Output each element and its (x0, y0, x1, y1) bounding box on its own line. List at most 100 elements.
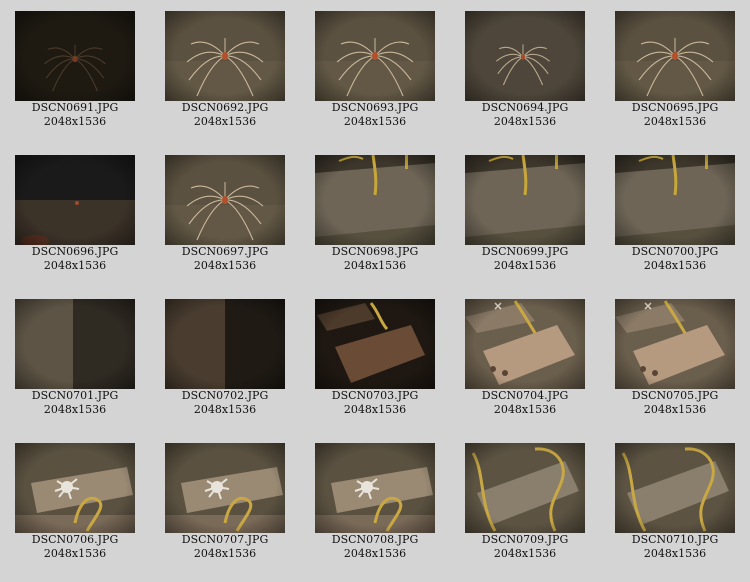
thumbnail-item: DSCN0700.JPG 2048x1536 (600, 144, 750, 284)
thumbnail-dimensions: 2048x1536 (343, 403, 407, 416)
thumbnail-caption: DSCN0699.JPG 2048x1536 (450, 245, 600, 273)
thumbnail-image[interactable] (15, 299, 135, 389)
thumbnail-filename[interactable]: DSCN0700.JPG (600, 245, 750, 259)
thumbnail-filename[interactable]: DSCN0693.JPG (300, 101, 450, 115)
thumbnail-dimensions: 2048x1536 (643, 259, 707, 272)
thumbnail-item: DSCN0709.JPG 2048x1536 (450, 432, 600, 572)
thumbnail-filename[interactable]: DSCN0692.JPG (150, 101, 300, 115)
thumbnail-dimensions: 2048x1536 (43, 403, 107, 416)
thumbnail-item: DSCN0707.JPG 2048x1536 (150, 432, 300, 572)
thumbnail-image[interactable] (615, 443, 735, 533)
thumbnail-dimensions: 2048x1536 (43, 115, 107, 128)
thumbnail-caption: DSCN0695.JPG 2048x1536 (600, 101, 750, 129)
thumbnail-image[interactable] (315, 155, 435, 245)
thumbnail-item: DSCN0710.JPG 2048x1536 (600, 432, 750, 572)
thumbnail-filename[interactable]: DSCN0709.JPG (450, 533, 600, 547)
thumbnail-image[interactable] (165, 299, 285, 389)
thumbnail-filename[interactable]: DSCN0703.JPG (300, 389, 450, 403)
thumbnail-filename[interactable]: DSCN0696.JPG (0, 245, 150, 259)
thumbnail-image[interactable] (615, 11, 735, 101)
thumbnail-filename[interactable]: DSCN0697.JPG (150, 245, 300, 259)
thumbnail-filename[interactable]: DSCN0708.JPG (300, 533, 450, 547)
thumbnail-item: DSCN0695.JPG 2048x1536 (600, 0, 750, 140)
thumbnail-dimensions: 2048x1536 (193, 547, 257, 560)
thumbnail-dimensions: 2048x1536 (493, 115, 557, 128)
thumbnail-dimensions: 2048x1536 (643, 115, 707, 128)
thumbnail-caption: DSCN0698.JPG 2048x1536 (300, 245, 450, 273)
thumbnail-dimensions: 2048x1536 (43, 259, 107, 272)
thumbnail-image[interactable] (165, 155, 285, 245)
thumbnail-item: DSCN0706.JPG 2048x1536 (0, 432, 150, 572)
thumbnail-caption: DSCN0710.JPG 2048x1536 (600, 533, 750, 561)
thumbnail-item: DSCN0691.JPG 2048x1536 (0, 0, 150, 140)
thumbnail-caption: DSCN0707.JPG 2048x1536 (150, 533, 300, 561)
thumbnail-dimensions: 2048x1536 (343, 259, 407, 272)
thumbnail-dimensions: 2048x1536 (343, 547, 407, 560)
thumbnail-caption: DSCN0708.JPG 2048x1536 (300, 533, 450, 561)
thumbnail-image[interactable] (15, 11, 135, 101)
thumbnail-image[interactable] (15, 443, 135, 533)
thumbnail-caption: DSCN0709.JPG 2048x1536 (450, 533, 600, 561)
thumbnail-image[interactable] (465, 443, 585, 533)
thumbnail-caption: DSCN0702.JPG 2048x1536 (150, 389, 300, 417)
thumbnail-gallery: DSCN0691.JPG 2048x1536 DSCN0692.JPG 2048x15… (0, 0, 750, 582)
thumbnail-image[interactable] (15, 155, 135, 245)
thumbnail-item: DSCN0692.JPG 2048x1536 (150, 0, 300, 140)
thumbnail-dimensions: 2048x1536 (193, 115, 257, 128)
thumbnail-dimensions: 2048x1536 (193, 403, 257, 416)
thumbnail-filename[interactable]: DSCN0707.JPG (150, 533, 300, 547)
thumbnail-filename[interactable]: DSCN0706.JPG (0, 533, 150, 547)
thumbnail-caption: DSCN0692.JPG 2048x1536 (150, 101, 300, 129)
thumbnail-image[interactable] (465, 299, 585, 389)
thumbnail-item: DSCN0703.JPG 2048x1536 (300, 288, 450, 428)
thumbnail-filename[interactable]: DSCN0702.JPG (150, 389, 300, 403)
thumbnail-item: DSCN0705.JPG 2048x1536 (600, 288, 750, 428)
thumbnail-filename[interactable]: DSCN0710.JPG (600, 533, 750, 547)
thumbnail-caption: DSCN0701.JPG 2048x1536 (0, 389, 150, 417)
thumbnail-caption: DSCN0691.JPG 2048x1536 (0, 101, 150, 129)
thumbnail-caption: DSCN0705.JPG 2048x1536 (600, 389, 750, 417)
thumbnail-dimensions: 2048x1536 (493, 403, 557, 416)
thumbnail-caption: DSCN0706.JPG 2048x1536 (0, 533, 150, 561)
thumbnail-filename[interactable]: DSCN0694.JPG (450, 101, 600, 115)
thumbnail-caption: DSCN0703.JPG 2048x1536 (300, 389, 450, 417)
thumbnail-caption: DSCN0697.JPG 2048x1536 (150, 245, 300, 273)
thumbnail-dimensions: 2048x1536 (493, 259, 557, 272)
thumbnail-item: DSCN0693.JPG 2048x1536 (300, 0, 450, 140)
thumbnail-dimensions: 2048x1536 (643, 403, 707, 416)
thumbnail-filename[interactable]: DSCN0691.JPG (0, 101, 150, 115)
thumbnail-item: DSCN0702.JPG 2048x1536 (150, 288, 300, 428)
thumbnail-dimensions: 2048x1536 (493, 547, 557, 560)
thumbnail-filename[interactable]: DSCN0701.JPG (0, 389, 150, 403)
thumbnail-filename[interactable]: DSCN0698.JPG (300, 245, 450, 259)
thumbnail-item: DSCN0708.JPG 2048x1536 (300, 432, 450, 572)
thumbnail-caption: DSCN0693.JPG 2048x1536 (300, 101, 450, 129)
thumbnail-caption: DSCN0700.JPG 2048x1536 (600, 245, 750, 273)
thumbnail-image[interactable] (315, 11, 435, 101)
thumbnail-caption: DSCN0704.JPG 2048x1536 (450, 389, 600, 417)
thumbnail-filename[interactable]: DSCN0705.JPG (600, 389, 750, 403)
thumbnail-image[interactable] (165, 11, 285, 101)
thumbnail-dimensions: 2048x1536 (193, 259, 257, 272)
thumbnail-item: DSCN0694.JPG 2048x1536 (450, 0, 600, 140)
thumbnail-filename[interactable]: DSCN0704.JPG (450, 389, 600, 403)
thumbnail-filename[interactable]: DSCN0699.JPG (450, 245, 600, 259)
thumbnail-image[interactable] (315, 443, 435, 533)
thumbnail-caption: DSCN0694.JPG 2048x1536 (450, 101, 600, 129)
thumbnail-image[interactable] (165, 443, 285, 533)
thumbnail-filename[interactable]: DSCN0695.JPG (600, 101, 750, 115)
thumbnail-dimensions: 2048x1536 (643, 547, 707, 560)
thumbnail-caption: DSCN0696.JPG 2048x1536 (0, 245, 150, 273)
thumbnail-item: DSCN0701.JPG 2048x1536 (0, 288, 150, 428)
thumbnail-image[interactable] (615, 155, 735, 245)
thumbnail-image[interactable] (315, 299, 435, 389)
thumbnail-image[interactable] (465, 11, 585, 101)
thumbnail-dimensions: 2048x1536 (43, 547, 107, 560)
thumbnail-item: DSCN0698.JPG 2048x1536 (300, 144, 450, 284)
thumbnail-dimensions: 2048x1536 (343, 115, 407, 128)
thumbnail-item: DSCN0697.JPG 2048x1536 (150, 144, 300, 284)
thumbnail-image[interactable] (465, 155, 585, 245)
thumbnail-image[interactable] (615, 299, 735, 389)
thumbnail-item: DSCN0696.JPG 2048x1536 (0, 144, 150, 284)
thumbnail-item: DSCN0704.JPG 2048x1536 (450, 288, 600, 428)
